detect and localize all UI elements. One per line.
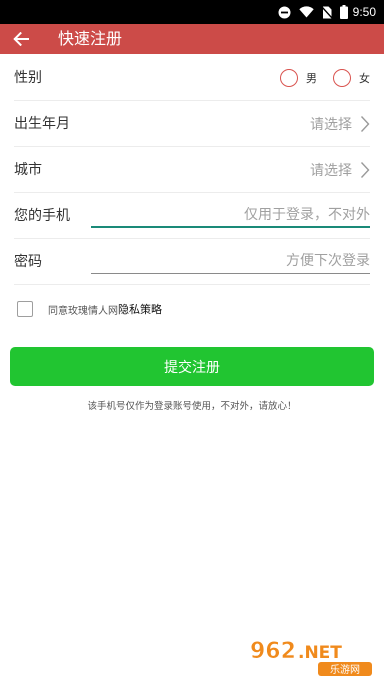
birth-placeholder: 请选择 — [310, 117, 352, 133]
birth-row[interactable]: 出生年月 请选择 — [14, 101, 370, 147]
gender-female-option[interactable]: 女 — [333, 69, 370, 87]
male-radio[interactable] — [280, 69, 298, 87]
male-label: 男 — [306, 72, 317, 85]
female-label: 女 — [359, 72, 370, 85]
gender-label: 性别 — [14, 70, 42, 86]
phone-input-underline — [91, 226, 370, 228]
chevron-right-icon — [360, 116, 370, 132]
agreement-text: 同意玫瑰情人网 — [48, 305, 118, 317]
svg-text:乐游网: 乐游网 — [330, 663, 360, 676]
agreement-checkbox[interactable] — [17, 301, 33, 317]
password-input-underline — [91, 273, 370, 274]
password-label: 密码 — [14, 254, 42, 270]
svg-text:962: 962 — [250, 639, 296, 664]
birth-label: 出生年月 — [14, 116, 70, 132]
gender-male-option[interactable]: 男 — [280, 69, 317, 87]
battery-icon — [340, 5, 348, 19]
page-title: 快速注册 — [58, 29, 123, 48]
status-icons — [278, 0, 348, 24]
password-row: 密码 — [14, 239, 370, 285]
female-radio[interactable] — [333, 69, 351, 87]
password-input[interactable] — [91, 248, 370, 274]
svg-text:.NET: .NET — [298, 643, 342, 663]
submit-button[interactable]: 提交注册 — [10, 347, 374, 386]
back-button[interactable] — [10, 29, 32, 49]
watermark-logo: 962 .NET 乐游网 — [250, 639, 372, 676]
do-not-disturb-icon — [278, 6, 291, 18]
phone-row: 您的手机 — [14, 193, 370, 239]
gender-radio-group: 男 女 — [264, 55, 370, 101]
city-select[interactable]: 请选择 — [310, 147, 370, 193]
no-sim-icon — [322, 6, 332, 18]
agreement-row: 同意玫瑰情人网 隐私策略 — [17, 298, 162, 320]
phone-input[interactable] — [91, 202, 370, 228]
privacy-policy-link[interactable]: 隐私策略 — [118, 301, 162, 317]
status-time: 9:50 — [352, 5, 376, 19]
birth-select[interactable]: 请选择 — [310, 101, 370, 147]
phone-label: 您的手机 — [14, 208, 70, 224]
city-row[interactable]: 城市 请选择 — [14, 147, 370, 193]
gender-row: 性别 男 女 — [14, 55, 370, 101]
app-bar: 快速注册 — [0, 24, 384, 54]
phone-usage-note: 该手机号仅作为登录账号使用，不对外，请放心！ — [87, 401, 297, 412]
back-arrow-icon — [13, 32, 29, 46]
city-label: 城市 — [14, 162, 42, 178]
city-placeholder: 请选择 — [310, 163, 352, 179]
status-bar: 9:50 — [0, 0, 384, 24]
chevron-right-icon — [360, 162, 370, 178]
wifi-icon — [299, 6, 314, 18]
